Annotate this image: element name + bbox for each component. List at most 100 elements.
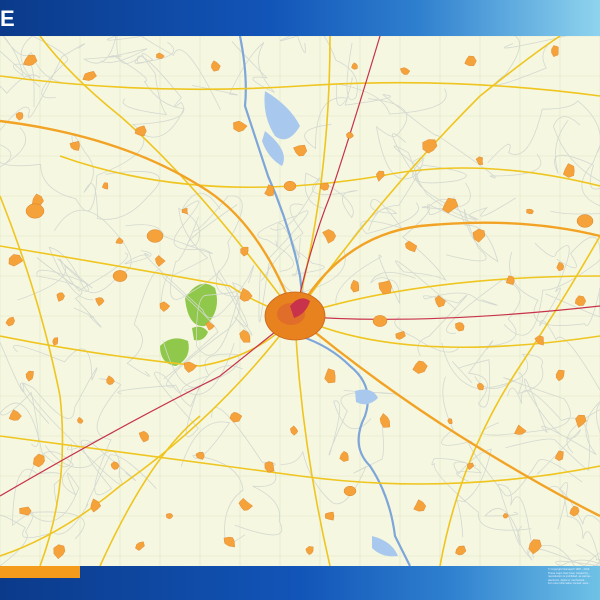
lake	[372, 536, 398, 557]
town-area	[505, 275, 515, 286]
town-area	[376, 170, 385, 182]
town-area	[223, 536, 235, 548]
minor-road	[566, 402, 600, 454]
town-area	[305, 546, 314, 556]
minor-road	[474, 376, 571, 436]
town-area	[346, 131, 354, 139]
town-area	[562, 163, 575, 178]
town-area	[33, 453, 45, 468]
forest-patch	[185, 283, 218, 327]
town-area	[112, 270, 128, 282]
town-area	[464, 55, 477, 67]
town-area	[181, 208, 188, 215]
town-area	[322, 229, 337, 244]
minor-road	[441, 342, 544, 394]
minor-road	[503, 236, 600, 336]
town-area	[447, 418, 453, 424]
town-area	[102, 182, 109, 190]
town-area	[115, 237, 124, 244]
town-area	[422, 139, 438, 154]
town-area	[378, 280, 392, 295]
minor-road	[495, 25, 567, 86]
town-area	[339, 451, 349, 462]
town-area	[211, 60, 221, 72]
town-area	[455, 545, 467, 556]
minor-road	[0, 468, 62, 567]
town-area	[351, 62, 358, 70]
town-area	[25, 370, 34, 382]
town-area	[514, 424, 527, 435]
minor-road	[116, 35, 168, 116]
town-area	[405, 240, 418, 253]
town-area	[82, 71, 97, 81]
minor-road	[0, 127, 98, 212]
map-title: E	[0, 6, 16, 31]
town-area	[53, 544, 66, 560]
town-area	[239, 329, 251, 343]
minor-road	[0, 454, 157, 539]
header-bar: E	[0, 0, 600, 36]
town-area	[77, 416, 84, 424]
town-area	[233, 120, 248, 133]
major-road	[294, 275, 600, 317]
town-area	[412, 360, 428, 374]
town-area	[475, 156, 484, 166]
town-area	[528, 539, 542, 555]
water-features	[238, 35, 411, 567]
railways	[0, 35, 600, 497]
town-area	[183, 361, 198, 373]
major-road	[0, 315, 296, 367]
minor-road	[280, 23, 358, 100]
town-area	[526, 208, 534, 215]
town-area	[90, 498, 102, 513]
minor-road	[191, 41, 275, 96]
town-area	[554, 450, 564, 461]
town-area	[551, 45, 559, 57]
minor-road	[0, 391, 114, 468]
town-area	[25, 203, 45, 219]
major-road	[294, 315, 331, 567]
map-poster: E © Copyright Netmaps® 1997 - 2016 These…	[0, 0, 600, 600]
city-center	[264, 291, 326, 341]
copyright-line: For more information consult: www...	[548, 582, 591, 586]
town-area	[166, 513, 174, 520]
town-area	[52, 337, 59, 346]
town-area	[466, 462, 475, 471]
minor-road	[180, 343, 243, 408]
river	[238, 35, 411, 567]
town-area	[15, 111, 24, 121]
town-area	[343, 485, 357, 497]
town-area	[159, 301, 171, 312]
town-area	[325, 511, 335, 521]
town-area	[138, 430, 149, 443]
major-road	[294, 315, 600, 349]
lake	[264, 91, 300, 140]
town-area	[379, 413, 391, 428]
town-area	[205, 321, 215, 331]
minor-road	[509, 252, 600, 326]
town-area	[350, 279, 360, 293]
town-area	[442, 197, 459, 214]
minor-road	[557, 482, 600, 561]
minor-road	[335, 254, 416, 306]
town-area	[320, 182, 330, 191]
minor-road	[453, 448, 492, 538]
town-area	[455, 322, 465, 332]
town-area	[110, 461, 120, 470]
map-canvas[interactable]	[0, 23, 600, 568]
town-area	[434, 295, 446, 308]
copyright-notice: © Copyright Netmaps® 1997 - 2016 These m…	[548, 568, 600, 586]
street-map[interactable]	[0, 23, 600, 568]
town-area	[395, 331, 406, 340]
town-area	[324, 368, 336, 384]
town-area	[372, 315, 388, 327]
town-area	[146, 229, 164, 243]
town-area	[556, 369, 565, 382]
minor-road	[0, 43, 85, 131]
town-area	[574, 295, 587, 306]
town-area	[56, 292, 65, 302]
minor-road	[3, 35, 74, 108]
town-area	[23, 54, 38, 66]
town-area	[69, 141, 80, 151]
lake	[355, 389, 378, 405]
